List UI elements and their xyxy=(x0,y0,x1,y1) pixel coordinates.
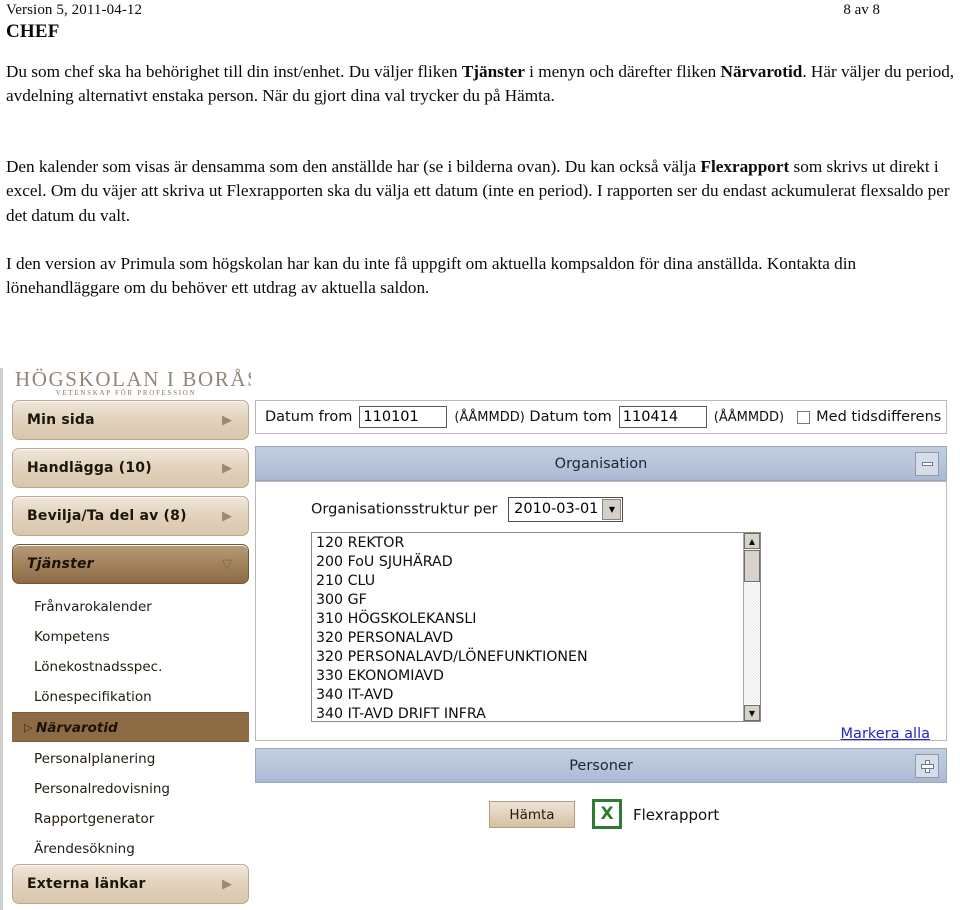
nav-button-tjanster[interactable]: Tjänster ▽ xyxy=(12,544,249,584)
sidebar-item-label: Frånvarokalender xyxy=(34,599,152,615)
paragraph-2-text-a: Den kalender som visas är densamma som d… xyxy=(6,157,701,176)
chevron-right-icon: ▶ xyxy=(222,877,232,892)
listbox-scrollbar[interactable]: ▲ ▼ xyxy=(743,533,760,721)
nav-button-handlagga-label: Handlägga (10) xyxy=(27,460,152,476)
version-line: Version 5, 2011-04-12 xyxy=(6,2,143,18)
nav-button-tjanster-label: Tjänster xyxy=(27,556,94,572)
personer-panel-header: Personer xyxy=(255,748,947,783)
page-number: 8 av 8 xyxy=(843,2,880,18)
chevron-right-icon: ▶ xyxy=(222,413,232,428)
sidebar-item-label: Närvarotid xyxy=(36,720,118,736)
sidebar-item-narvarotid[interactable]: ▷ Närvarotid xyxy=(12,712,249,742)
list-item[interactable]: 120 REKTOR xyxy=(314,534,742,553)
embedded-app-screenshot: HÖGSKOLAN I BORÅS VETENSKAP FÖR PROFESSI… xyxy=(0,368,960,910)
chevron-down-icon: ▽ xyxy=(222,557,232,572)
action-row: Hämta X Flexrapport xyxy=(255,796,947,846)
minus-icon xyxy=(921,462,933,466)
logo-name: HÖGSKOLAN I BORÅS xyxy=(15,368,251,391)
organisation-structure-row: Organisationsstruktur per 2010-03-01 ▼ xyxy=(311,497,624,522)
personer-panel-title: Personer xyxy=(569,758,633,774)
document-header: Version 5, 2011-04-12 8 av 8 xyxy=(6,2,954,24)
minimize-button[interactable] xyxy=(915,452,939,476)
nav-button-externa-lankar[interactable]: Externa länkar ▶ xyxy=(12,864,249,904)
page-title: CHEF xyxy=(6,21,60,42)
nav-button-bevilja-ta-del-av[interactable]: Bevilja/Ta del av (8) ▶ xyxy=(12,496,249,536)
date-from-label: Datum from xyxy=(265,409,353,425)
sidebar-item-label: Personalredovisning xyxy=(34,781,170,797)
tidsdifferens-label: Med tidsdifferens xyxy=(816,409,942,425)
paragraph-1: Du som chef ska ha behörighet till din i… xyxy=(6,60,956,109)
date-from-format: (ÅÅMMDD) xyxy=(454,409,525,425)
organisation-structure-select[interactable]: 2010-03-01 ▼ xyxy=(508,497,624,522)
sidebar-item-label: Ärendesökning xyxy=(34,841,135,857)
paragraph-2-emph-flexrapport: Flexrapport xyxy=(700,157,790,176)
date-from-input[interactable]: 110101 xyxy=(359,406,448,428)
tidsdifferens-checkbox[interactable] xyxy=(797,410,811,424)
paragraph-2: Den kalender som visas är densamma som d… xyxy=(6,155,956,228)
paragraph-1-text-a: Du som chef ska ha behörighet till din i… xyxy=(6,62,462,81)
chevron-down-icon: ▼ xyxy=(602,499,622,520)
list-item[interactable]: 330 EKONOMIAVD xyxy=(314,667,742,686)
select-all-link[interactable]: Markera alla xyxy=(841,726,930,742)
paragraph-1-emph-narvarotid: Närvarotid xyxy=(720,62,803,81)
chevron-right-icon: ▶ xyxy=(222,461,232,476)
organisation-listbox[interactable]: 120 REKTOR 200 FoU SJUHÄRAD 210 CLU 300 … xyxy=(311,532,761,722)
scroll-down-icon[interactable]: ▼ xyxy=(744,705,760,721)
sidebar: HÖGSKOLAN I BORÅS VETENSKAP FÖR PROFESSI… xyxy=(0,368,252,910)
organisation-panel-header: Organisation xyxy=(255,446,947,481)
list-item[interactable]: 340 IT-AVD xyxy=(314,686,742,705)
list-item[interactable]: 320 PERSONALAVD/LÖNEFUNKTIONEN xyxy=(314,648,742,667)
list-item[interactable]: 340 IT-AVD DRIFT INFRA xyxy=(314,705,742,721)
scrollbar-thumb[interactable] xyxy=(744,550,760,582)
list-item[interactable]: 210 CLU xyxy=(314,572,742,591)
sidebar-item-label: Rapportgenerator xyxy=(34,811,155,827)
list-item[interactable]: 310 HÖGSKOLEKANSLI xyxy=(314,610,742,629)
expand-button[interactable] xyxy=(915,754,939,778)
scroll-up-icon[interactable]: ▲ xyxy=(744,533,760,549)
excel-icon[interactable]: X xyxy=(592,799,622,829)
date-tom-format: (ÅÅMMDD) xyxy=(713,409,785,425)
date-tom-input[interactable]: 110414 xyxy=(618,406,707,428)
sidebar-item-rapportgenerator[interactable]: Rapportgenerator xyxy=(12,804,249,834)
nav-button-min-sida[interactable]: Min sida ▶ xyxy=(12,400,249,440)
sidebar-item-label: Lönespecifikation xyxy=(34,689,152,705)
logo: HÖGSKOLAN I BORÅS VETENSKAP FÖR PROFESSI… xyxy=(15,368,251,398)
organisation-structure-label: Organisationsstruktur per xyxy=(311,501,498,518)
list-item[interactable]: 300 GF xyxy=(314,591,742,610)
flexrapport-label[interactable]: Flexrapport xyxy=(633,806,719,824)
chevron-right-icon: ▶ xyxy=(222,509,232,524)
organisation-list-items: 120 REKTOR 200 FoU SJUHÄRAD 210 CLU 300 … xyxy=(314,534,742,721)
nav-button-externa-lankar-label: Externa länkar xyxy=(27,876,146,892)
paragraph-3: I den version av Primula som högskolan h… xyxy=(6,254,857,298)
paragraph-1-text-c: i menyn och därefter fliken xyxy=(524,62,721,81)
list-item[interactable]: 320 PERSONALAVD xyxy=(314,629,742,648)
nav-button-min-sida-label: Min sida xyxy=(27,412,95,428)
sidebar-item-label: Lönekostnadsspec. xyxy=(34,659,163,675)
sidebar-item-arendesokning[interactable]: Ärendesökning xyxy=(12,834,249,864)
date-tom-label: Datum tom xyxy=(529,409,612,425)
triangle-right-icon: ▷ xyxy=(24,721,33,734)
sidebar-item-franvarokalender[interactable]: Frånvarokalender xyxy=(12,592,249,622)
organisation-panel-title: Organisation xyxy=(554,456,648,472)
nav-button-handlagga[interactable]: Handlägga (10) ▶ xyxy=(12,448,249,488)
main-content: Datum from 110101 (ÅÅMMDD) Datum tom 110… xyxy=(255,368,947,910)
scrollbar-track[interactable] xyxy=(744,583,760,704)
sidebar-item-lonekostnadsspec[interactable]: Lönekostnadsspec. xyxy=(12,652,249,682)
sidebar-item-label: Kompetens xyxy=(34,629,110,645)
sidebar-item-kompetens[interactable]: Kompetens xyxy=(12,622,249,652)
list-item[interactable]: 200 FoU SJUHÄRAD xyxy=(314,553,742,572)
sidebar-item-personalplanering[interactable]: Personalplanering xyxy=(12,744,249,774)
sidebar-item-label: Personalplanering xyxy=(34,751,156,767)
paragraph-1-emph-tjanster: Tjänster xyxy=(461,62,525,81)
plus-icon xyxy=(920,759,934,773)
sidebar-item-lonespecifikation[interactable]: Lönespecifikation xyxy=(12,682,249,712)
sidebar-item-personalredovisning[interactable]: Personalredovisning xyxy=(12,774,249,804)
organisation-panel-body: Organisationsstruktur per 2010-03-01 ▼ 1… xyxy=(255,481,947,742)
nav-button-bevilja-label: Bevilja/Ta del av (8) xyxy=(27,508,187,524)
fetch-button[interactable]: Hämta xyxy=(489,801,575,828)
date-filter-bar: Datum from 110101 (ÅÅMMDD) Datum tom 110… xyxy=(255,400,947,434)
